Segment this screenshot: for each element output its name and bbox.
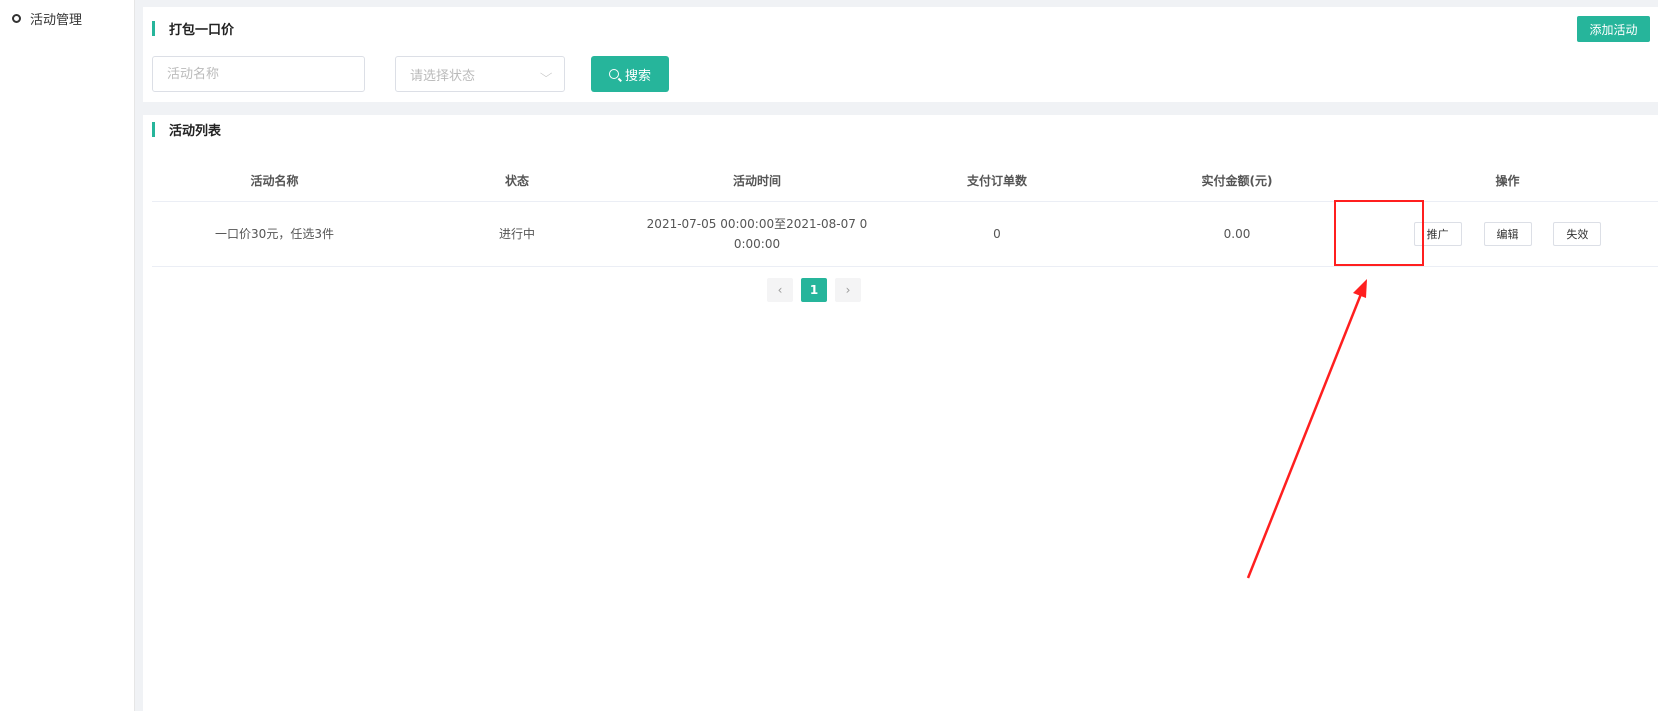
edit-button[interactable]: 编辑	[1483, 222, 1532, 246]
cell-actions: 推广 编辑 失效	[1357, 201, 1658, 267]
prev-page-button[interactable]: ‹	[767, 278, 793, 302]
sidebar: 活动管理	[0, 0, 135, 711]
column-header-actions: 操作	[1357, 159, 1658, 202]
sidebar-item-label: 活动管理	[30, 13, 83, 28]
column-header-amount: 实付金额(元)	[1117, 159, 1357, 202]
activity-time-text: 2021-07-05 00:00:00至2021-08-07 00:00:00	[646, 217, 868, 251]
page-title: 打包一口价	[169, 23, 235, 38]
cell-amount: 0.00	[1117, 201, 1357, 267]
column-header-orders: 支付订单数	[877, 159, 1117, 202]
list-title: 活动列表	[169, 124, 222, 139]
add-activity-button[interactable]: 添加活动	[1577, 16, 1650, 42]
column-header-status: 状态	[397, 159, 637, 202]
activity-list-panel: 活动列表 活动名称 状态 活动时间 支付订单数 实付金额(元) 操作 一口价30…	[143, 115, 1658, 711]
disable-button[interactable]: 失效	[1553, 222, 1602, 246]
title-accent-bar	[152, 21, 155, 36]
cell-status: 进行中	[397, 201, 637, 267]
filter-section-title: 打包一口价	[152, 19, 234, 38]
filter-panel: 打包一口价 添加活动 请选择状态 ⌵ 搜索	[143, 7, 1658, 102]
activity-table: 活动名称 状态 活动时间 支付订单数 实付金额(元) 操作 一口价30元，任选3…	[152, 159, 1658, 267]
circle-icon	[12, 14, 21, 23]
status-select[interactable]: 请选择状态 ⌵	[395, 56, 565, 92]
activity-name-input[interactable]	[152, 56, 365, 92]
search-button-label: 搜索	[624, 68, 651, 84]
cell-activity-name: 一口价30元，任选3件	[152, 201, 397, 267]
status-select-placeholder: 请选择状态	[410, 68, 476, 84]
sidebar-item-activity-management[interactable]: 活动管理	[12, 9, 82, 28]
page-number-button[interactable]: 1	[801, 278, 827, 302]
title-accent-bar	[152, 122, 155, 137]
chevron-down-icon: ⌵	[539, 67, 553, 80]
next-page-button[interactable]: ›	[835, 278, 861, 302]
column-header-time: 活动时间	[637, 159, 877, 202]
pagination: ‹ 1 ›	[767, 278, 861, 302]
column-header-name: 活动名称	[152, 159, 397, 202]
promote-button[interactable]: 推广	[1413, 222, 1462, 246]
search-icon	[608, 69, 619, 79]
cell-orders: 0	[877, 201, 1117, 267]
cell-activity-time: 2021-07-05 00:00:00至2021-08-07 00:00:00	[637, 201, 877, 267]
list-section-title: 活动列表	[152, 120, 221, 139]
table-row: 一口价30元，任选3件 进行中 2021-07-05 00:00:00至2021…	[152, 201, 1658, 267]
search-button[interactable]: 搜索	[591, 56, 669, 92]
table-header-row: 活动名称 状态 活动时间 支付订单数 实付金额(元) 操作	[152, 159, 1658, 202]
